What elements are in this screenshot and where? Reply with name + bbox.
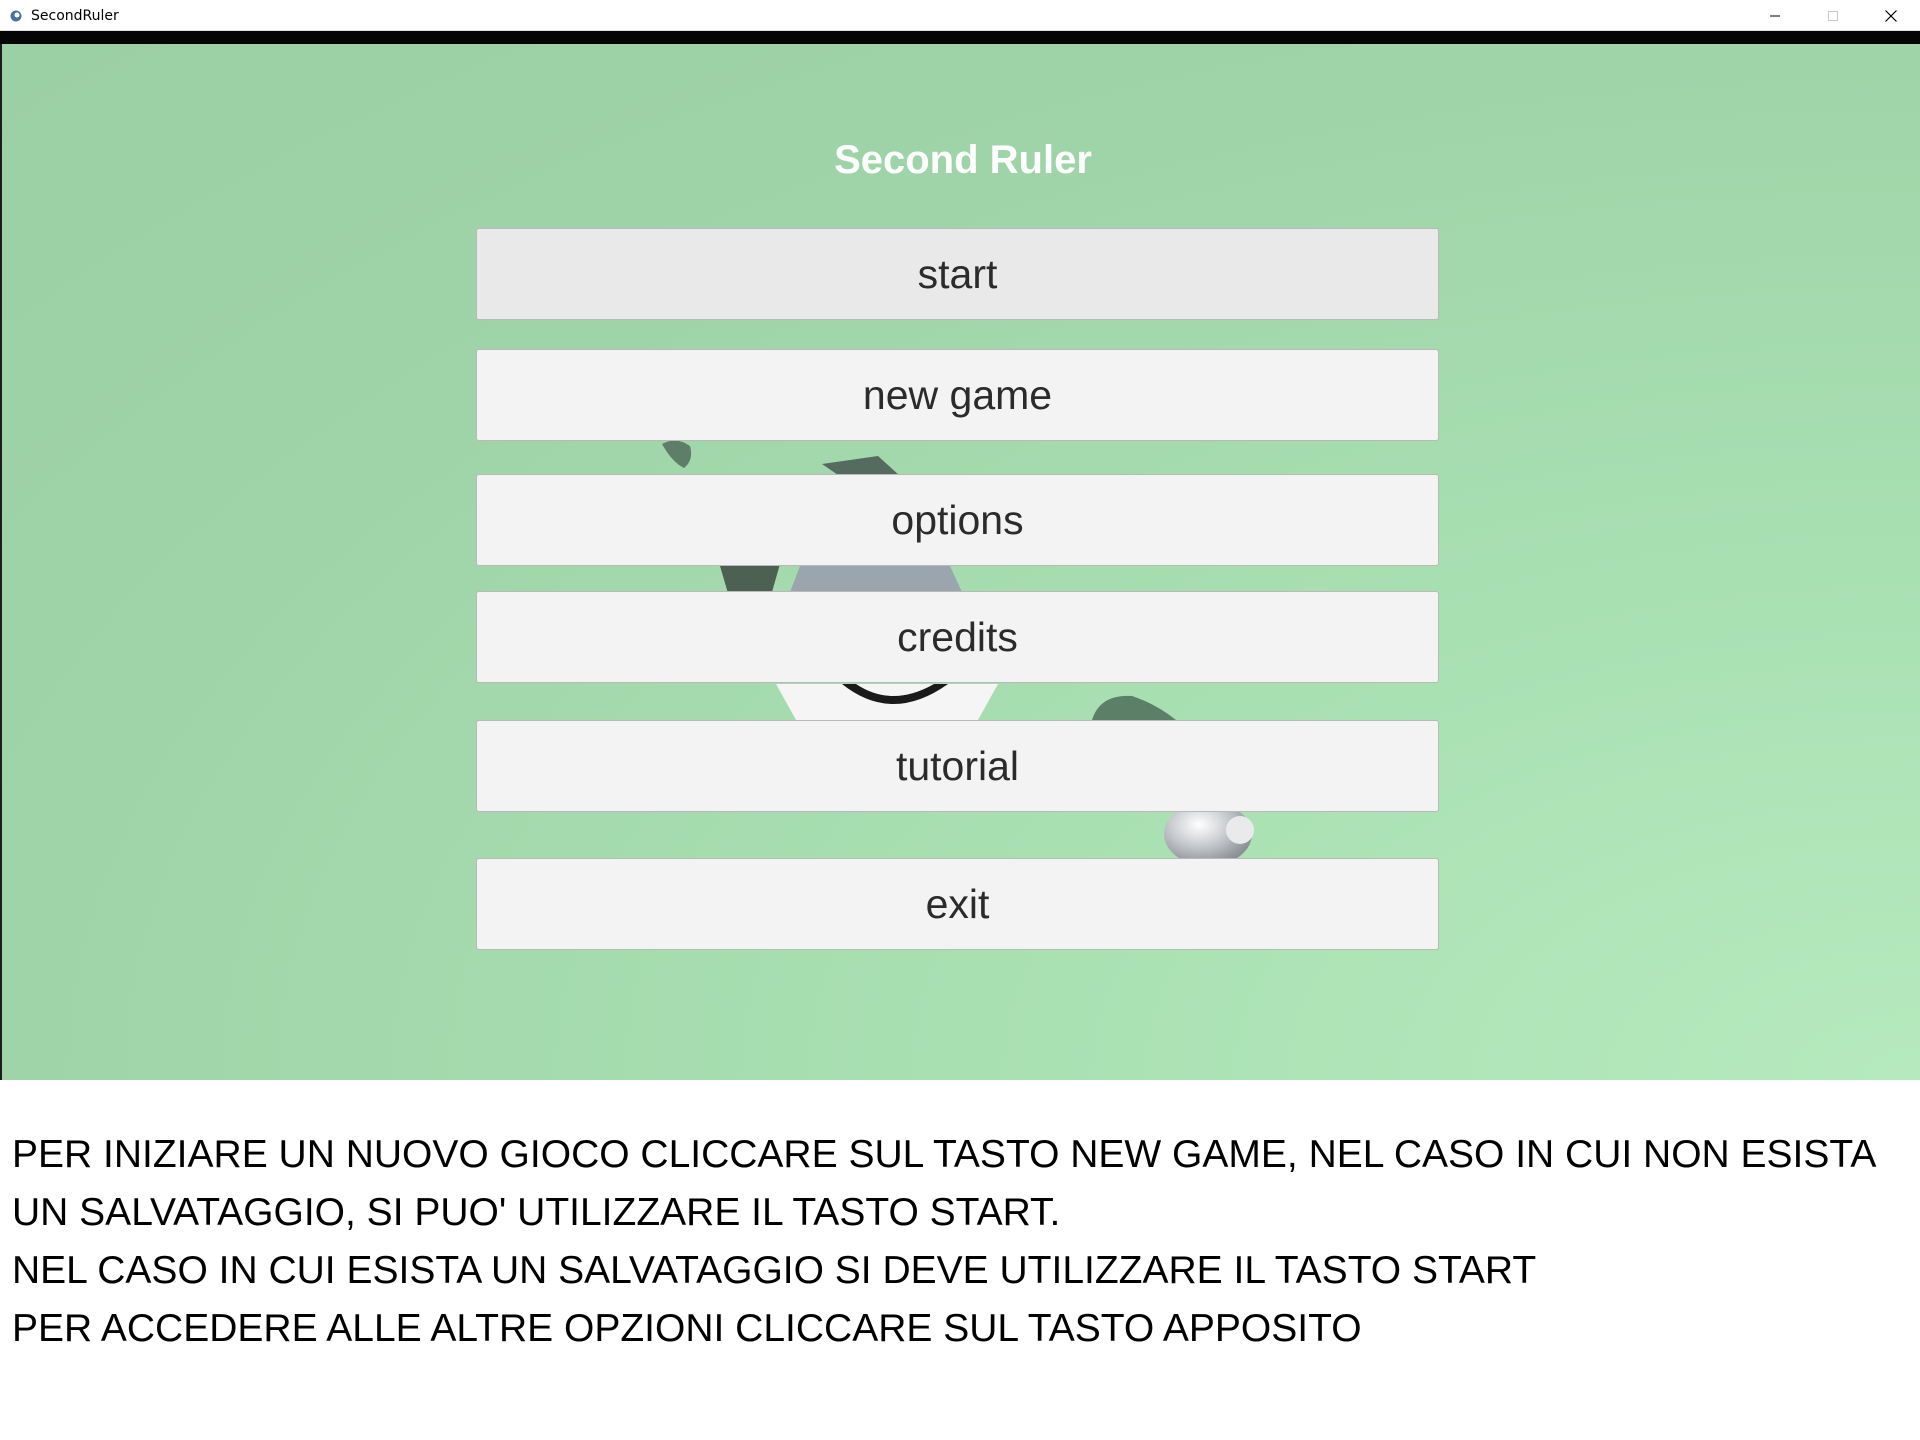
exit-button-label: exit — [925, 880, 990, 927]
window-title: SecondRuler — [31, 8, 119, 24]
scene-character-body — [790, 566, 962, 592]
close-button[interactable] — [1862, 0, 1920, 31]
game-viewport: Second Ruler start new game options cred… — [0, 44, 1920, 1080]
window-titlebar[interactable]: SecondRuler — [0, 0, 1920, 31]
window-left-border — [0, 44, 2, 1080]
scene-sphere-small — [1226, 816, 1254, 844]
tutorial-button[interactable]: tutorial — [476, 720, 1439, 812]
tutorial-button-label: tutorial — [895, 742, 1020, 789]
new-game-button[interactable]: new game — [476, 349, 1439, 441]
options-button[interactable]: options — [476, 474, 1439, 566]
scene-shadow-shape — [662, 440, 692, 468]
options-button-label: options — [891, 496, 1024, 543]
maximize-icon — [1828, 10, 1838, 21]
instructions-line-2: UN SALVATAGGIO, SI PUO' UTILIZZARE IL TA… — [12, 1191, 1061, 1234]
maximize-button[interactable] — [1804, 0, 1862, 31]
scene-leaf-shape — [1092, 695, 1176, 720]
game-title: Second Ruler — [834, 138, 1092, 182]
exit-button[interactable]: exit — [476, 858, 1439, 950]
instructions-line-1: PER INIZIARE UN NUOVO GIOCO CLICCARE SUL… — [12, 1133, 1877, 1176]
new-game-button-label: new game — [862, 371, 1053, 418]
minimize-icon — [1770, 15, 1780, 16]
close-icon — [1885, 9, 1897, 22]
app-window: SecondRuler Second Ruler start new game … — [0, 0, 1920, 1080]
letterbox-bar — [0, 31, 1920, 44]
credits-button-label: credits — [897, 613, 1018, 660]
app-icon — [10, 10, 22, 22]
start-button-label: start — [917, 250, 998, 297]
instructions-line-3: NEL CASO IN CUI ESISTA UN SALVATAGGIO SI… — [12, 1249, 1537, 1292]
minimize-button[interactable] — [1746, 0, 1804, 31]
instructions-line-4: PER ACCEDERE ALLE ALTRE OPZIONI CLICCARE… — [12, 1307, 1362, 1350]
start-button[interactable]: start — [476, 228, 1439, 320]
credits-button[interactable]: credits — [476, 591, 1439, 683]
instructions-text: PER INIZIARE UN NUOVO GIOCO CLICCARE SUL… — [12, 1126, 1912, 1358]
